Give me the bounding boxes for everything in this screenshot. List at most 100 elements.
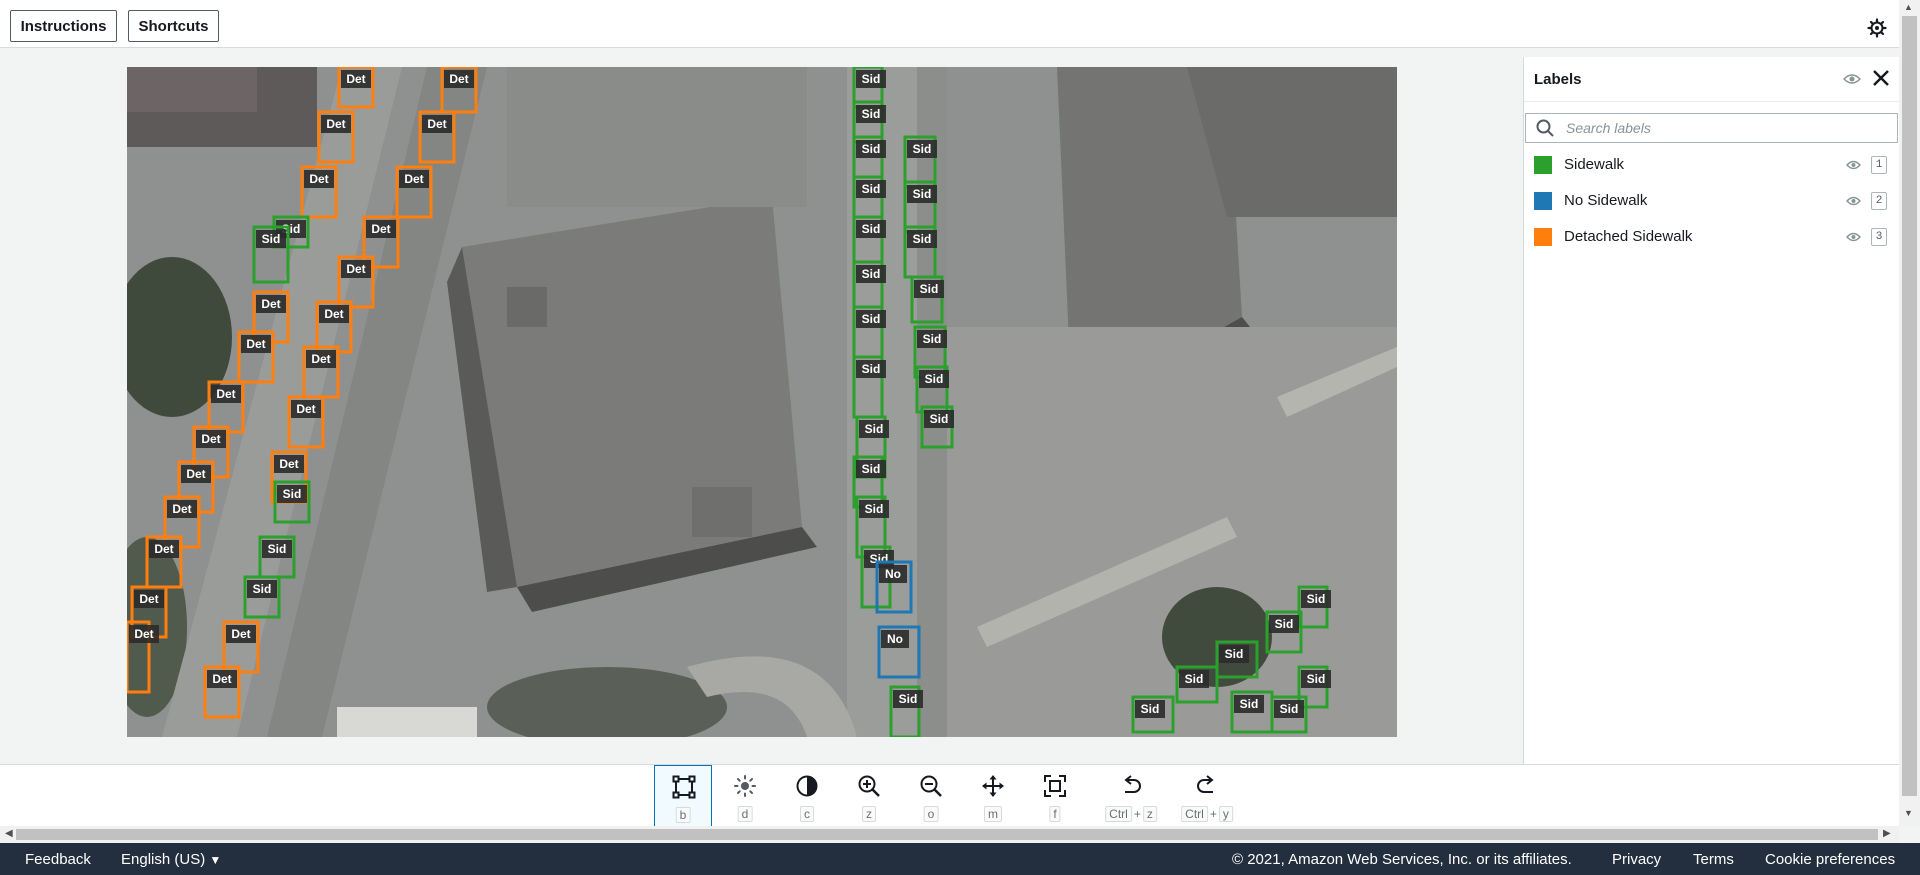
hotkey-f: f: [1049, 806, 1061, 822]
annotation-tag-label: Sid: [865, 422, 884, 436]
search-icon: [1536, 119, 1554, 137]
color-swatch: [1534, 228, 1552, 246]
annotation-tag-label: No: [887, 632, 903, 646]
label-row-no-sidewalk[interactable]: No Sidewalk 2: [1524, 183, 1900, 217]
annotation-tag-label: Det: [404, 172, 423, 186]
annotation-tag-label: Det: [172, 502, 191, 516]
annotation-tag-label: Sid: [913, 232, 932, 246]
hotkey-m: m: [984, 806, 1002, 822]
annotation-tag-label: Sid: [865, 502, 884, 516]
eye-icon[interactable]: [1846, 195, 1861, 207]
annotation-tag-label: Sid: [1185, 672, 1204, 686]
hotkey-ctrl: Ctrl: [1181, 806, 1208, 822]
annotation-tag-label: Sid: [923, 332, 942, 346]
annotation-tag-label: Sid: [862, 222, 881, 236]
annotation-tag-label: Sid: [268, 542, 287, 556]
hotkey-z: z: [1142, 806, 1157, 822]
annotation-tag-label: Sid: [1240, 697, 1259, 711]
fit-image-tool[interactable]: f: [1026, 765, 1084, 827]
hotkey-c: c: [800, 806, 814, 822]
zoom-in-tool[interactable]: z: [840, 765, 898, 827]
annotation-tag-label: Det: [279, 457, 298, 471]
eye-icon[interactable]: [1846, 159, 1861, 171]
annotation-tag-label: Det: [326, 117, 345, 131]
annotation-tag-label: Det: [154, 542, 173, 556]
hotkey-plus: +: [1209, 807, 1217, 821]
color-swatch: [1534, 192, 1552, 210]
close-icon[interactable]: [1870, 67, 1892, 89]
scroll-left-icon[interactable]: ◀: [5, 828, 13, 839]
hotkey-ctrl: Ctrl: [1105, 806, 1132, 822]
annotation-tag-label: Sid: [862, 107, 881, 121]
annotation-tag-label: Sid: [862, 362, 881, 376]
eye-icon[interactable]: [1843, 72, 1861, 86]
zoom-out-tool[interactable]: o: [902, 765, 960, 827]
contrast-icon: [796, 775, 818, 797]
scrollbar-thumb[interactable]: [16, 829, 1878, 840]
annotation-tag-label: Sid: [1275, 617, 1294, 631]
undo-tool[interactable]: Ctrl + z: [1100, 765, 1162, 827]
top-bar: Instructions Shortcuts: [0, 0, 1899, 48]
move-icon: [982, 775, 1004, 797]
annotation-tag-label: Det: [139, 592, 158, 606]
language-selector[interactable]: English (US) ▼: [121, 851, 221, 868]
redo-icon: [1197, 775, 1214, 793]
scrollbar-thumb[interactable]: [1902, 16, 1917, 796]
caret-down-icon: ▼: [209, 853, 222, 867]
move-tool[interactable]: m: [964, 765, 1022, 827]
label-row-sidewalk[interactable]: Sidewalk 1: [1524, 147, 1900, 181]
feedback-link[interactable]: Feedback: [25, 851, 91, 868]
scroll-down-icon[interactable]: ▼: [1904, 808, 1913, 818]
aerial-image-canvas[interactable]: Det Det Det Det Det Det Sid Sid Det Det Det Det Det D…: [127, 67, 1397, 737]
label-search-box[interactable]: [1525, 113, 1898, 143]
annotation-tag-label: Det: [427, 117, 446, 131]
label-row-detached-sidewalk[interactable]: Detached Sidewalk 3: [1524, 219, 1900, 253]
redo-tool[interactable]: Ctrl + y: [1176, 765, 1238, 827]
annotation-tag-label: Sid: [253, 582, 272, 596]
privacy-link[interactable]: Privacy: [1612, 851, 1661, 868]
cookie-preferences-link[interactable]: Cookie preferences: [1765, 851, 1895, 868]
annotation-tag-label: Sid: [862, 142, 881, 156]
annotation-tag-label: Det: [309, 172, 328, 186]
annotation-tag-label: Sid: [913, 142, 932, 156]
horizontal-scrollbar[interactable]: ◀ ▶: [0, 826, 1899, 843]
annotation-tag-label: Det: [134, 627, 153, 641]
annotation-tag-label: Det: [346, 262, 365, 276]
gear-icon[interactable]: [1867, 18, 1887, 38]
annotation-tag-label: Sid: [930, 412, 949, 426]
annotation-tag-label: Sid: [1225, 647, 1244, 661]
eye-icon[interactable]: [1846, 231, 1861, 243]
annotation-tag-label: Det: [212, 672, 231, 686]
undo-icon: [1124, 775, 1141, 793]
annotation-tag-label: Sid: [870, 552, 889, 566]
annotation-tag-label: Sid: [283, 487, 302, 501]
brightness-tool[interactable]: d: [716, 765, 774, 827]
annotation-tag-label: Sid: [899, 692, 918, 706]
hotkey-plus: +: [1133, 807, 1141, 821]
contrast-tool[interactable]: c: [778, 765, 836, 827]
vertical-scrollbar[interactable]: ▲ ▼: [1899, 0, 1920, 826]
hotkey-badge: 1: [1871, 156, 1887, 174]
annotation-tag-label: Sid: [1307, 592, 1326, 606]
annotation-tag-label: Sid: [920, 282, 939, 296]
hotkey-y: y: [1218, 806, 1233, 822]
labels-panel: Labels Sidewalk 1 No Sidewalk 2 Detached…: [1523, 57, 1899, 764]
scroll-right-icon[interactable]: ▶: [1883, 828, 1891, 839]
scroll-up-icon[interactable]: ▲: [1904, 2, 1913, 12]
annotation-tag-label: Sid: [862, 312, 881, 326]
hotkey-z: z: [862, 806, 876, 822]
shortcuts-button[interactable]: Shortcuts: [128, 10, 219, 42]
bounding-box-tool[interactable]: b: [654, 765, 712, 827]
label-name: No Sidewalk: [1564, 192, 1648, 209]
annotation-tag-label: Det: [201, 432, 220, 446]
brightness-icon: [734, 775, 756, 797]
annotation-tag-label: Sid: [862, 182, 881, 196]
instructions-button[interactable]: Instructions: [10, 10, 117, 42]
terms-link[interactable]: Terms: [1693, 851, 1734, 868]
hotkey-b: b: [675, 807, 691, 823]
label-name: Detached Sidewalk: [1564, 228, 1693, 245]
annotation-tag-label: Det: [261, 297, 280, 311]
search-input[interactable]: [1564, 119, 1868, 137]
copyright-text: © 2021, Amazon Web Services, Inc. or its…: [1232, 851, 1572, 868]
annotation-tag-label: Det: [346, 72, 365, 86]
